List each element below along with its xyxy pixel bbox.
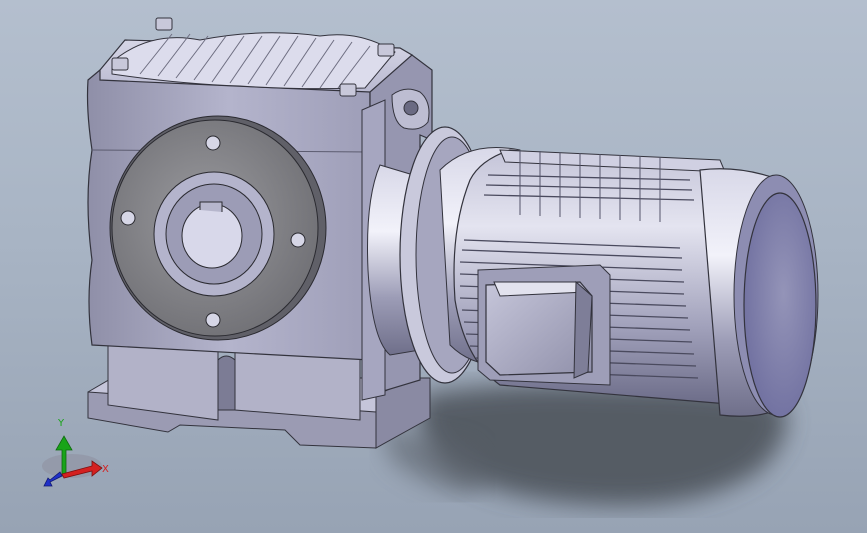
y-axis-label: Y (57, 418, 65, 429)
electric-motor[interactable] (453, 149, 819, 418)
cad-viewport[interactable]: Y X (0, 0, 867, 533)
model-canvas[interactable]: Y X (0, 0, 867, 533)
orientation-triad[interactable]: Y X (42, 418, 109, 487)
terminal-box[interactable] (477, 264, 611, 386)
output-flange[interactable] (109, 115, 327, 341)
x-axis-label: X (102, 464, 109, 475)
fan-cover[interactable] (699, 168, 819, 418)
